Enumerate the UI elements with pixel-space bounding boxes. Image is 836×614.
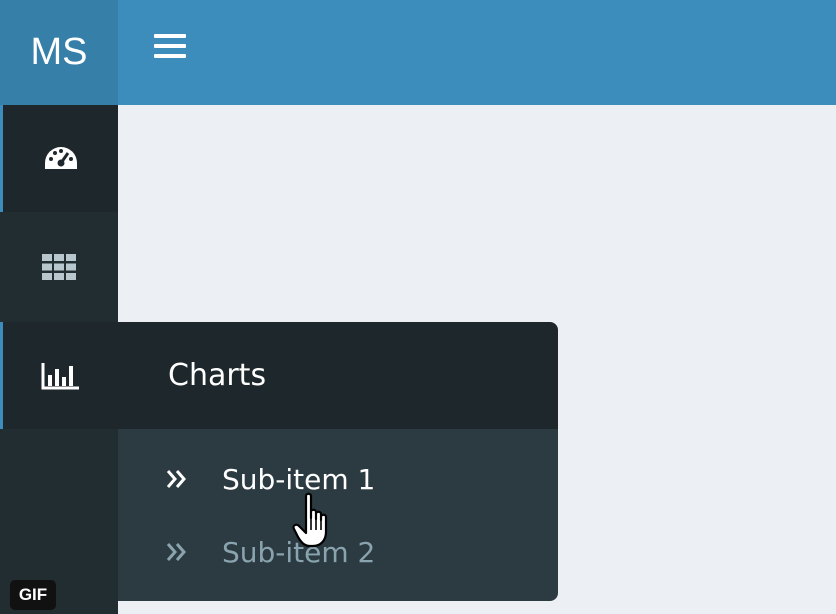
sidebar-item-dashboard[interactable]: [0, 105, 118, 212]
logo-text: MS: [30, 31, 88, 73]
app-logo[interactable]: MS: [0, 0, 118, 105]
double-chevron-right-icon: [164, 467, 190, 491]
sidebar-item-charts[interactable]: [0, 322, 118, 429]
sidebar: [0, 105, 118, 614]
submenu-item-label: Sub-item 1: [222, 462, 376, 496]
submenu-item-1[interactable]: Sub-item 1: [118, 449, 558, 509]
double-chevron-right-icon: [164, 540, 190, 564]
charts-flyout-header[interactable]: Charts: [118, 322, 558, 429]
submenu-item-2[interactable]: Sub-item 2: [118, 522, 558, 582]
top-header: MS: [0, 0, 836, 105]
dashboard-gauge-icon: [44, 146, 77, 169]
hamburger-menu-icon: [154, 34, 186, 58]
sidebar-item-grid[interactable]: [0, 213, 118, 320]
flyout-title: Charts: [168, 358, 267, 393]
sidebar-toggle-button[interactable]: [148, 26, 192, 66]
bar-chart-icon: [41, 362, 79, 389]
gif-badge: GIF: [10, 580, 56, 610]
charts-submenu: Sub-item 1 Sub-item 2: [118, 429, 558, 601]
hand-pointer-cursor-icon: [292, 492, 338, 550]
gif-badge-label: GIF: [18, 585, 48, 604]
grid-table-icon: [42, 253, 76, 280]
